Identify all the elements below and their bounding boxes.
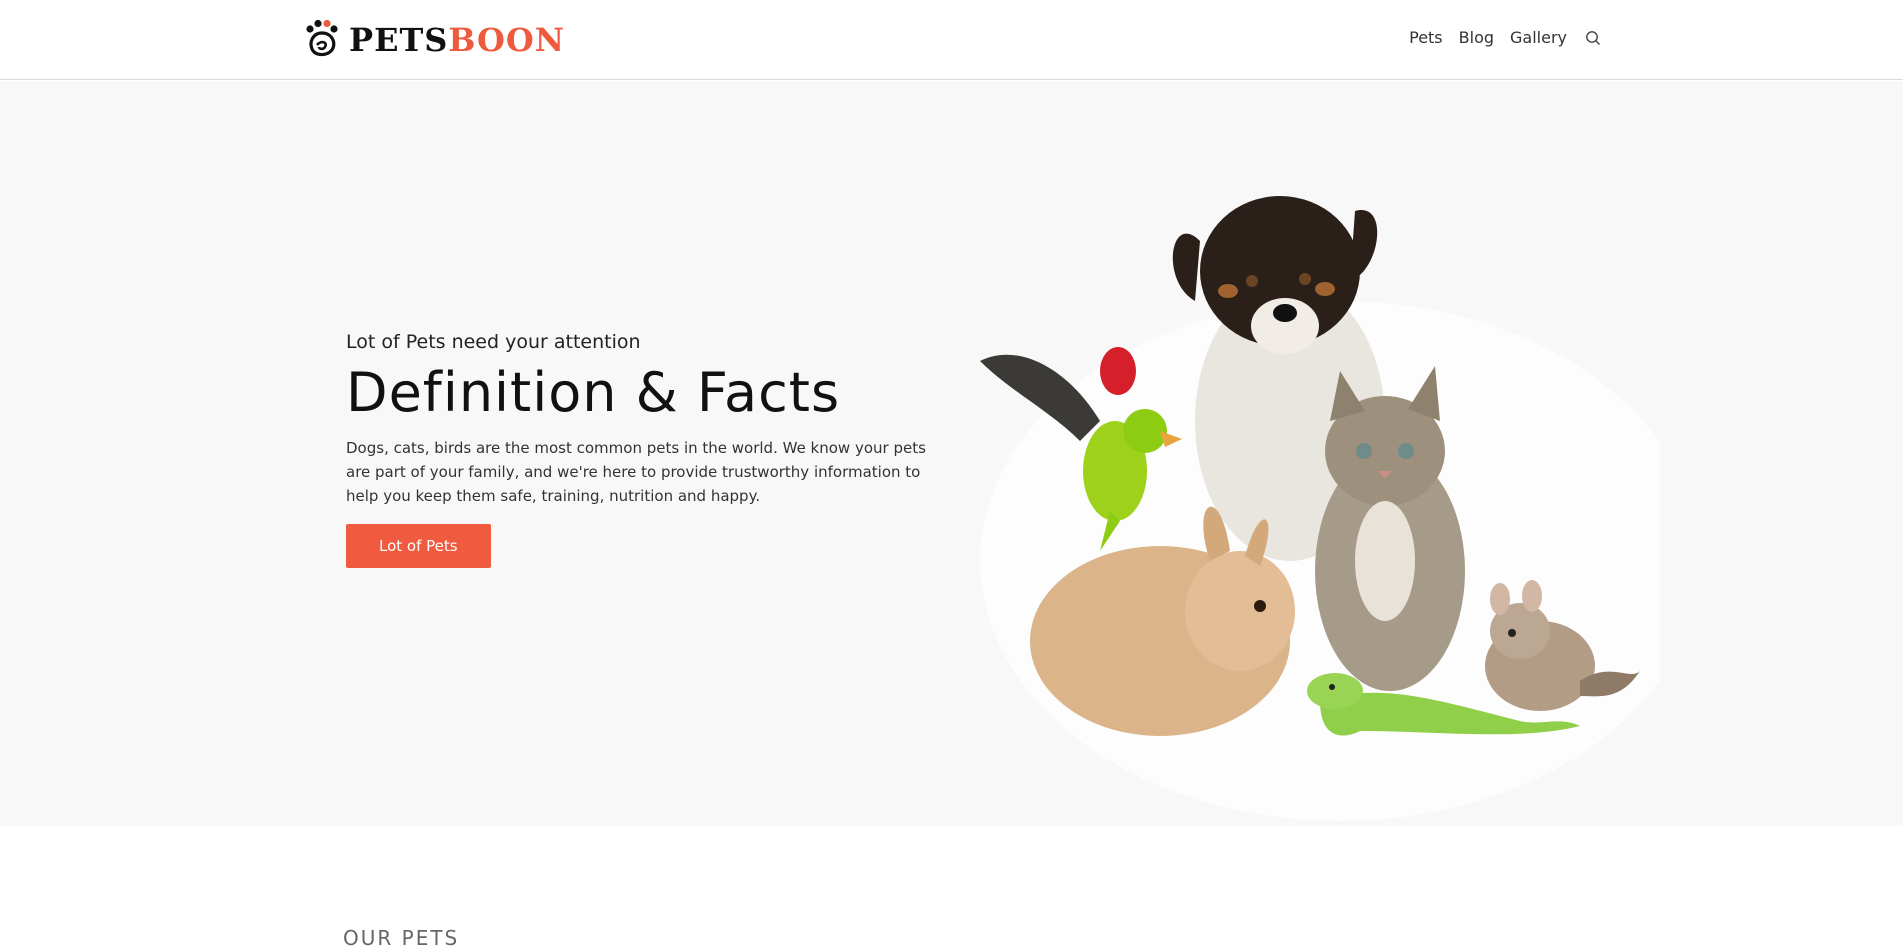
search-icon[interactable] [1585, 30, 1603, 48]
hero-text-block: Lot of Pets need your attention Definiti… [346, 331, 936, 569]
hero-headline: Definition & Facts [346, 361, 841, 424]
logo-text-pets: PETS [349, 21, 449, 59]
logo-text-boon: BOON [448, 21, 566, 59]
site-logo[interactable]: PETSBOON [303, 18, 565, 62]
nav-item-blog[interactable]: Blog [1459, 28, 1494, 47]
paw-logo-icon [306, 19, 338, 57]
pets-group-image [980, 196, 1660, 821]
main-nav: Pets Blog Gallery [1409, 26, 1603, 48]
logo-wordmark: PETSBOON [349, 24, 565, 56]
nav-item-gallery[interactable]: Gallery [1510, 28, 1567, 47]
site-header: PETSBOON Pets Blog Gallery [0, 0, 1903, 80]
hero-eyebrow: Lot of Pets need your attention [346, 331, 641, 353]
nav-item-pets[interactable]: Pets [1409, 28, 1443, 47]
lot-of-pets-button[interactable]: Lot of Pets [346, 524, 491, 569]
our-pets-title: OUR PETS [343, 926, 460, 950]
hero-section: Lot of Pets need your attention Definiti… [0, 81, 1903, 826]
hero-description: Dogs, cats, birds are the most common pe… [346, 439, 926, 506]
